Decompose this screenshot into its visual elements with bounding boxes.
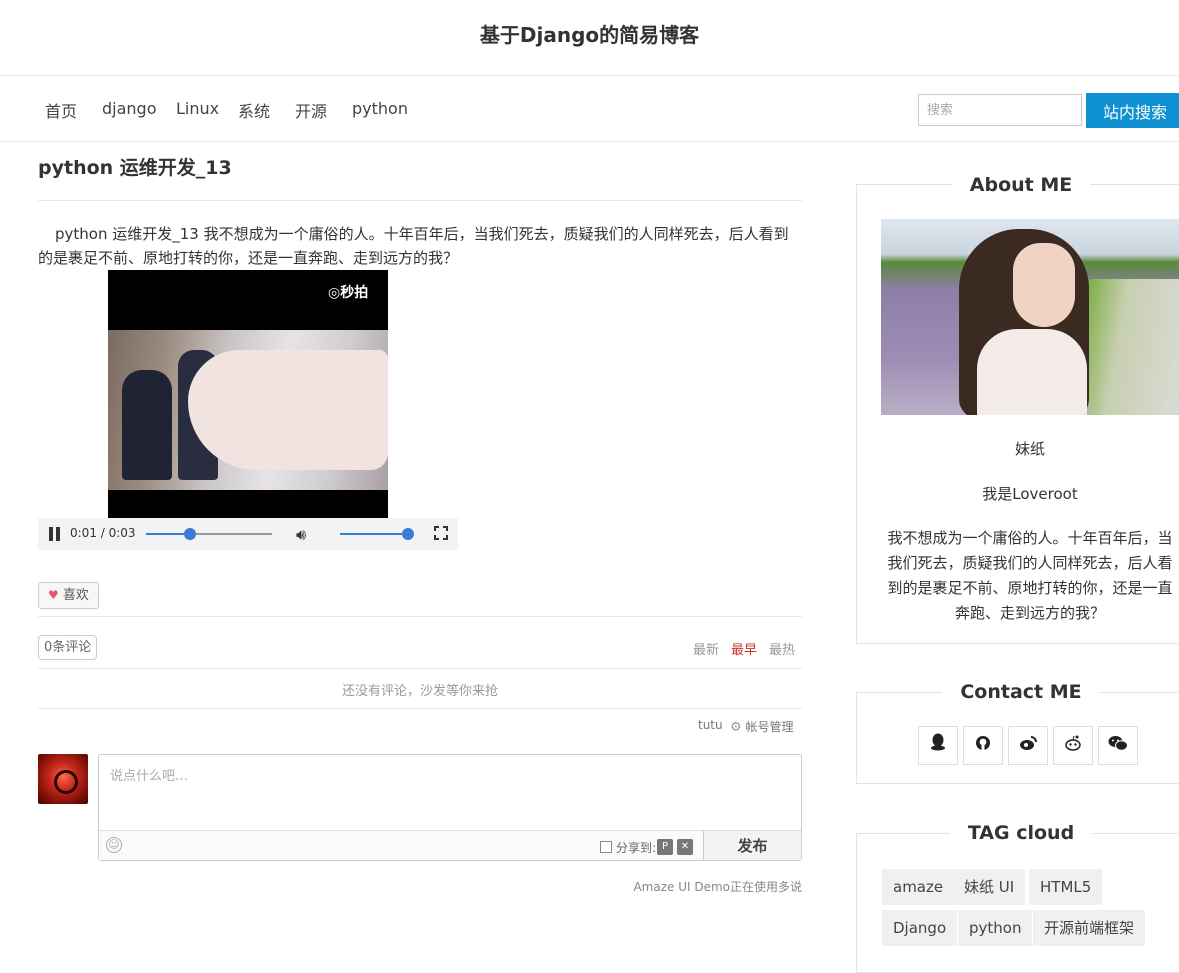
- nav-item-system[interactable]: 系统: [238, 98, 270, 122]
- video-frame: [108, 330, 388, 490]
- like-button[interactable]: ♥ 喜欢: [38, 582, 99, 609]
- avatar[interactable]: [38, 754, 88, 804]
- nav-item-opensource[interactable]: 开源: [295, 98, 327, 122]
- search-button[interactable]: 站内搜索: [1086, 93, 1179, 128]
- account-manage-link[interactable]: ⚙ 帐号管理: [730, 718, 794, 735]
- video-time: 0:01 / 0:03: [70, 526, 136, 540]
- sort-newest[interactable]: 最新: [693, 639, 719, 658]
- pause-icon[interactable]: [48, 527, 62, 541]
- comment-box: ☺ 分享到: P ✕ 发布: [98, 754, 802, 861]
- video-player[interactable]: ◎秒拍: [108, 270, 388, 518]
- github-icon[interactable]: [963, 726, 1003, 765]
- share-checkbox[interactable]: [600, 841, 612, 853]
- emoji-icon[interactable]: ☺: [106, 837, 122, 853]
- tag-item[interactable]: HTML5: [1029, 869, 1103, 905]
- seek-handle[interactable]: [184, 528, 197, 540]
- about-name: 妹纸: [1014, 440, 1045, 458]
- comment-count-badge: 0条评论: [38, 635, 98, 660]
- video-figure: [122, 370, 172, 480]
- title-divider: [38, 200, 802, 201]
- comment-input[interactable]: [99, 755, 801, 830]
- nav-item-home[interactable]: 首页: [45, 98, 77, 122]
- video-figure: [188, 350, 388, 470]
- sort-hottest[interactable]: 最热: [769, 639, 795, 658]
- sort-oldest[interactable]: 最早: [731, 639, 757, 658]
- video-controls: 0:01 / 0:03 🔊︎: [38, 518, 458, 550]
- tag-item[interactable]: Django: [882, 910, 958, 946]
- volume-icon[interactable]: 🔊︎: [296, 525, 306, 545]
- divider: [38, 616, 802, 617]
- site-title: 基于Django的简易博客: [0, 0, 1179, 76]
- gear-icon: ⚙: [730, 720, 742, 735]
- search-input[interactable]: [918, 94, 1082, 126]
- volume-slider[interactable]: [340, 528, 414, 540]
- divider: [38, 708, 802, 709]
- empty-comments-tip: 还没有评论，沙发等你来抢: [341, 684, 498, 699]
- nav-item-python[interactable]: python: [352, 99, 408, 118]
- nav-item-django[interactable]: django: [102, 99, 157, 118]
- tag-item[interactable]: python: [958, 910, 1033, 946]
- seek-slider[interactable]: [146, 528, 272, 540]
- about-title: About ME: [856, 174, 1179, 196]
- about-description: 我不想成为一个庸俗的人。十年百年后，当我们死去，质疑我们的人同样死去，后人看到的…: [887, 529, 1173, 622]
- tag-item[interactable]: 开源前端框架: [1033, 910, 1146, 946]
- about-photo: [881, 219, 1179, 415]
- video-watermark: ◎秒拍: [328, 285, 369, 301]
- post-body: python 运维开发_13 我不想成为一个庸俗的人。十年百年后，当我们死去，质…: [38, 225, 789, 267]
- post-title: python 运维开发_13: [38, 157, 232, 179]
- fullscreen-icon[interactable]: [434, 526, 448, 540]
- heart-icon: ♥: [48, 588, 59, 602]
- tag-item[interactable]: amaze: [882, 869, 955, 905]
- qq-icon[interactable]: [918, 726, 958, 765]
- nav-item-linux[interactable]: Linux: [176, 99, 219, 118]
- share-label: 分享到:: [616, 841, 657, 855]
- tag-item[interactable]: 妹纸 UI: [953, 869, 1026, 905]
- publish-button[interactable]: 发布: [703, 831, 801, 860]
- tag-cloud-title: TAG cloud: [856, 822, 1179, 844]
- volume-fill: [340, 533, 408, 535]
- share-qzone-icon[interactable]: P: [657, 839, 673, 855]
- reddit-icon[interactable]: [1053, 726, 1093, 765]
- wechat-icon[interactable]: [1098, 726, 1138, 765]
- comment-toolbar: ☺ 分享到: P ✕ 发布: [99, 830, 801, 860]
- about-subtitle: 我是Loveroot: [982, 485, 1078, 503]
- powered-by-link[interactable]: Amaze UI Demo正在使用多说: [38, 878, 802, 895]
- share-weibo-icon[interactable]: ✕: [677, 839, 693, 855]
- weibo-icon[interactable]: [1008, 726, 1048, 765]
- like-label: 喜欢: [62, 588, 89, 603]
- account-manage-label: 帐号管理: [745, 720, 794, 734]
- volume-handle[interactable]: [402, 528, 414, 540]
- divider: [38, 668, 802, 669]
- contact-title: Contact ME: [856, 681, 1179, 703]
- user-name-link[interactable]: tutu: [698, 718, 723, 732]
